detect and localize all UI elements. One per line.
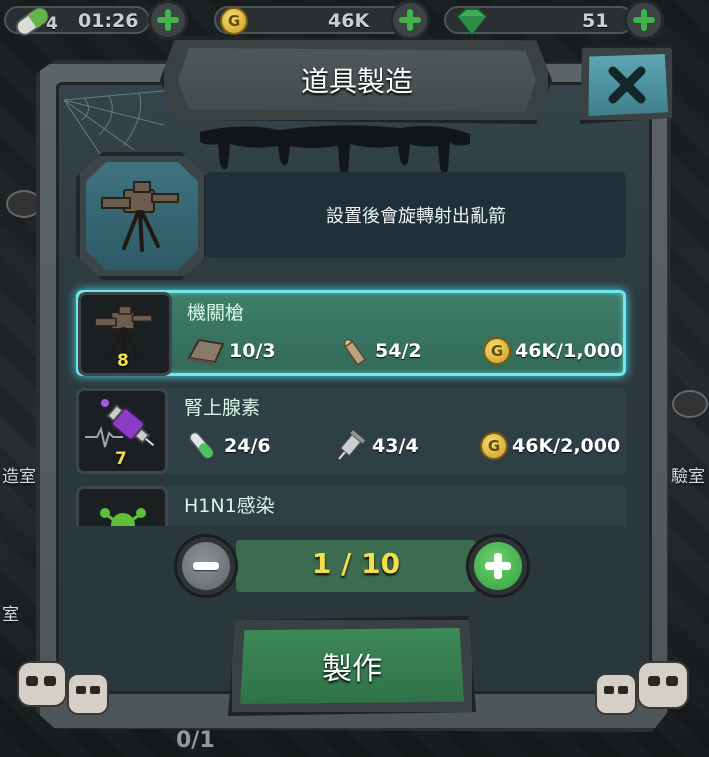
item-requirements: 10/3 54/2 G 46K/1,000 <box>187 333 627 369</box>
bullet-icon <box>343 339 367 366</box>
item-description-text: 設置後會旋轉射出亂箭 <box>326 206 506 227</box>
gem-icon <box>456 8 488 36</box>
gold-amount: 46K <box>328 10 370 32</box>
wood-plank-icon <box>187 338 225 365</box>
item-description: 設置後會旋轉射出亂箭 <box>206 172 626 258</box>
cobweb-decoration <box>64 90 175 160</box>
requirement-value: 43/4 <box>372 435 419 457</box>
energy-count: 4 <box>46 14 58 34</box>
resource-bar: 4 01:26 G 46K 51 <box>0 0 709 40</box>
plus-icon <box>399 9 421 31</box>
gem-amount: 51 <box>582 10 609 32</box>
requirement-value: 46K/1,000 <box>515 340 624 362</box>
craft-list-item[interactable]: 8 機關槍 10/3 54/2 G 46K/1,000 <box>76 290 626 376</box>
requirement-gold: G 46K/2,000 <box>480 428 620 464</box>
item-name: 機關槍 <box>187 302 245 324</box>
add-energy-button[interactable] <box>148 0 188 40</box>
dialog-title: 道具製造 <box>300 65 413 98</box>
plus-icon <box>157 9 179 31</box>
add-gold-button[interactable] <box>390 0 430 40</box>
bottom-counter: 0/1 <box>176 728 215 753</box>
skull-decoration-icon <box>595 661 689 715</box>
item-name: 腎上腺素 <box>184 397 261 419</box>
requirement-material-1: 24/6 <box>184 428 271 464</box>
energy-timer: 01:26 <box>78 10 139 32</box>
item-requirements: 24/6 43/4 G 46K/2,000 <box>184 428 624 464</box>
craft-list-item[interactable]: 7 腎上腺素 24/6 43/4 G 46K/2,000 <box>76 388 626 474</box>
machine-gun-icon <box>101 181 179 252</box>
requirement-value: 54/2 <box>375 340 422 362</box>
quantity-value: 1 / 10 <box>311 547 401 580</box>
craft-list-item[interactable]: H1N1感染 <box>76 486 626 526</box>
item-icon-frame: 8 <box>78 292 172 376</box>
requirement-material-2: 54/2 <box>335 333 422 369</box>
requirement-material-2: 43/4 <box>332 428 419 464</box>
background-marker <box>672 390 708 418</box>
close-icon <box>608 66 646 104</box>
increase-quantity-button[interactable] <box>466 534 530 598</box>
item-name: H1N1感染 <box>184 495 275 517</box>
item-level: 7 <box>115 449 127 469</box>
test-tube-icon <box>189 431 214 459</box>
item-icon-frame <box>76 486 168 526</box>
requirement-material-1: 10/3 <box>187 333 276 369</box>
requirement-value: 24/6 <box>224 435 271 457</box>
item-level: 8 <box>117 351 129 371</box>
syringe-icon <box>338 430 366 460</box>
background-room-label: 造室 <box>2 467 36 487</box>
craft-button[interactable]: 製作 <box>240 628 464 704</box>
requirement-value: 46K/2,000 <box>512 435 621 457</box>
close-button[interactable] <box>588 54 668 116</box>
item-icon-frame: 7 <box>76 388 168 474</box>
craft-button-label: 製作 <box>322 652 382 687</box>
skull-decoration-icon <box>17 661 109 715</box>
decrease-quantity-button[interactable] <box>174 534 238 598</box>
gold-coin-icon: G <box>480 432 508 460</box>
gold-coin-icon: G <box>483 337 511 365</box>
virus-icon <box>100 508 146 526</box>
background-room-label: 室 <box>2 605 19 625</box>
requirement-value: 10/3 <box>229 340 276 362</box>
plus-icon <box>485 553 511 579</box>
add-gems-button[interactable] <box>624 0 664 40</box>
background-room-label: 驗室 <box>671 467 705 487</box>
plus-icon <box>633 9 655 31</box>
minus-icon <box>193 562 219 570</box>
requirement-gold: G 46K/1,000 <box>483 333 623 369</box>
gold-coin-icon: G <box>220 7 248 35</box>
